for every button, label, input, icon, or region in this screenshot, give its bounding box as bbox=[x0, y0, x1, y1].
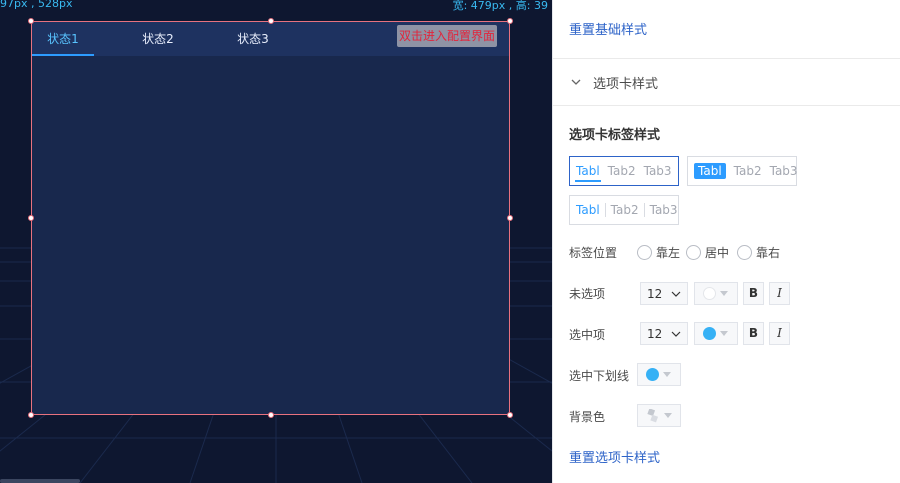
background-label: 背景色 bbox=[569, 410, 606, 424]
style-sample-tab: Tabl bbox=[694, 163, 726, 179]
reset-tab-style-link[interactable]: 重置选项卡样式 bbox=[569, 447, 660, 466]
selected-bold-button[interactable]: B bbox=[743, 322, 764, 345]
font-size-value: 12 bbox=[647, 326, 663, 341]
radio-circle bbox=[637, 245, 652, 260]
color-swatch bbox=[703, 327, 716, 340]
radio-label: 靠左 bbox=[656, 246, 681, 260]
caret-down-icon bbox=[720, 291, 728, 296]
style-sample-tab: Tab2 bbox=[607, 164, 636, 178]
style-sample-tab: Tab2 bbox=[606, 203, 645, 217]
resize-handle-top-left[interactable] bbox=[28, 18, 34, 24]
caret-down-icon bbox=[720, 331, 728, 336]
underline-color-picker[interactable] bbox=[637, 363, 681, 386]
divider bbox=[553, 58, 900, 59]
style-sample-tab: Tabl bbox=[575, 164, 601, 182]
font-size-value: 12 bbox=[647, 286, 663, 301]
editor-canvas[interactable]: 97px , 528px 宽: 479px , 高: 39 状态1 状态2 状态… bbox=[0, 0, 552, 483]
radio-align-right[interactable]: 靠右 bbox=[737, 244, 780, 261]
style-panel: 重置基础样式 选项卡样式 选项卡标签样式 Tabl Tab2 Tab3 Tabl… bbox=[552, 0, 900, 483]
radio-circle bbox=[686, 245, 701, 260]
color-swatch bbox=[703, 287, 716, 300]
unselected-font-size-select[interactable]: 12 bbox=[640, 282, 688, 305]
selected-italic-button[interactable]: I bbox=[769, 322, 790, 345]
unselected-label: 未选项 bbox=[569, 287, 606, 301]
radio-label: 靠右 bbox=[756, 246, 781, 260]
divider bbox=[553, 105, 900, 106]
radio-align-center[interactable]: 居中 bbox=[686, 244, 729, 261]
resize-handle-bottom-right[interactable] bbox=[507, 412, 513, 418]
caret-down-icon bbox=[664, 413, 672, 418]
resize-handle-top[interactable] bbox=[268, 18, 274, 24]
selected-label: 选中项 bbox=[569, 328, 606, 342]
style-sample-tab: Tab2 bbox=[733, 164, 762, 178]
section-title: 选项卡样式 bbox=[593, 76, 659, 92]
tab-style-option-underline[interactable]: Tabl Tab2 Tab3 bbox=[569, 156, 679, 186]
reset-base-style-link[interactable]: 重置基础样式 bbox=[569, 19, 647, 38]
selection-frame bbox=[31, 21, 510, 415]
size-readout: 宽: 479px , 高: 39 bbox=[452, 0, 548, 12]
label-position-label: 标签位置 bbox=[569, 246, 618, 260]
resize-handle-right[interactable] bbox=[507, 215, 513, 221]
selected-color-picker[interactable] bbox=[694, 322, 738, 345]
underline-label: 选中下划线 bbox=[569, 369, 630, 383]
chevron-down-icon bbox=[571, 79, 581, 85]
tab-style-option-separated[interactable]: Tabl Tab2 Tab3 bbox=[569, 195, 679, 225]
style-sample-tab: Tab3 bbox=[643, 164, 672, 178]
horizontal-scrollbar[interactable] bbox=[0, 479, 80, 483]
unselected-color-picker[interactable] bbox=[694, 282, 738, 305]
color-empty-icon bbox=[647, 408, 659, 422]
chevron-down-icon bbox=[671, 331, 681, 337]
radio-label: 居中 bbox=[705, 246, 730, 260]
resize-handle-top-right[interactable] bbox=[507, 18, 513, 24]
position-readout: 97px , 528px bbox=[0, 0, 73, 10]
resize-handle-bottom[interactable] bbox=[268, 412, 274, 418]
tab-label-style-title: 选项卡标签样式 bbox=[569, 128, 661, 143]
radio-align-left[interactable]: 靠左 bbox=[637, 244, 680, 261]
resize-handle-left[interactable] bbox=[28, 215, 34, 221]
resize-handle-bottom-left[interactable] bbox=[28, 412, 34, 418]
caret-down-icon bbox=[663, 372, 671, 377]
selected-font-size-select[interactable]: 12 bbox=[640, 322, 688, 345]
color-swatch bbox=[646, 368, 659, 381]
style-sample-tab: Tabl bbox=[571, 203, 606, 217]
unselected-bold-button[interactable]: B bbox=[743, 282, 764, 305]
style-sample-tab: Tab3 bbox=[649, 203, 678, 217]
style-sample-tab: Tab3 bbox=[769, 164, 798, 178]
radio-circle bbox=[737, 245, 752, 260]
unselected-italic-button[interactable]: I bbox=[769, 282, 790, 305]
background-color-picker[interactable] bbox=[637, 404, 681, 427]
chevron-down-icon bbox=[671, 291, 681, 297]
tab-style-section-header[interactable]: 选项卡样式 bbox=[569, 72, 658, 92]
tab-style-option-filled[interactable]: Tabl Tab2 Tab3 bbox=[687, 156, 798, 186]
